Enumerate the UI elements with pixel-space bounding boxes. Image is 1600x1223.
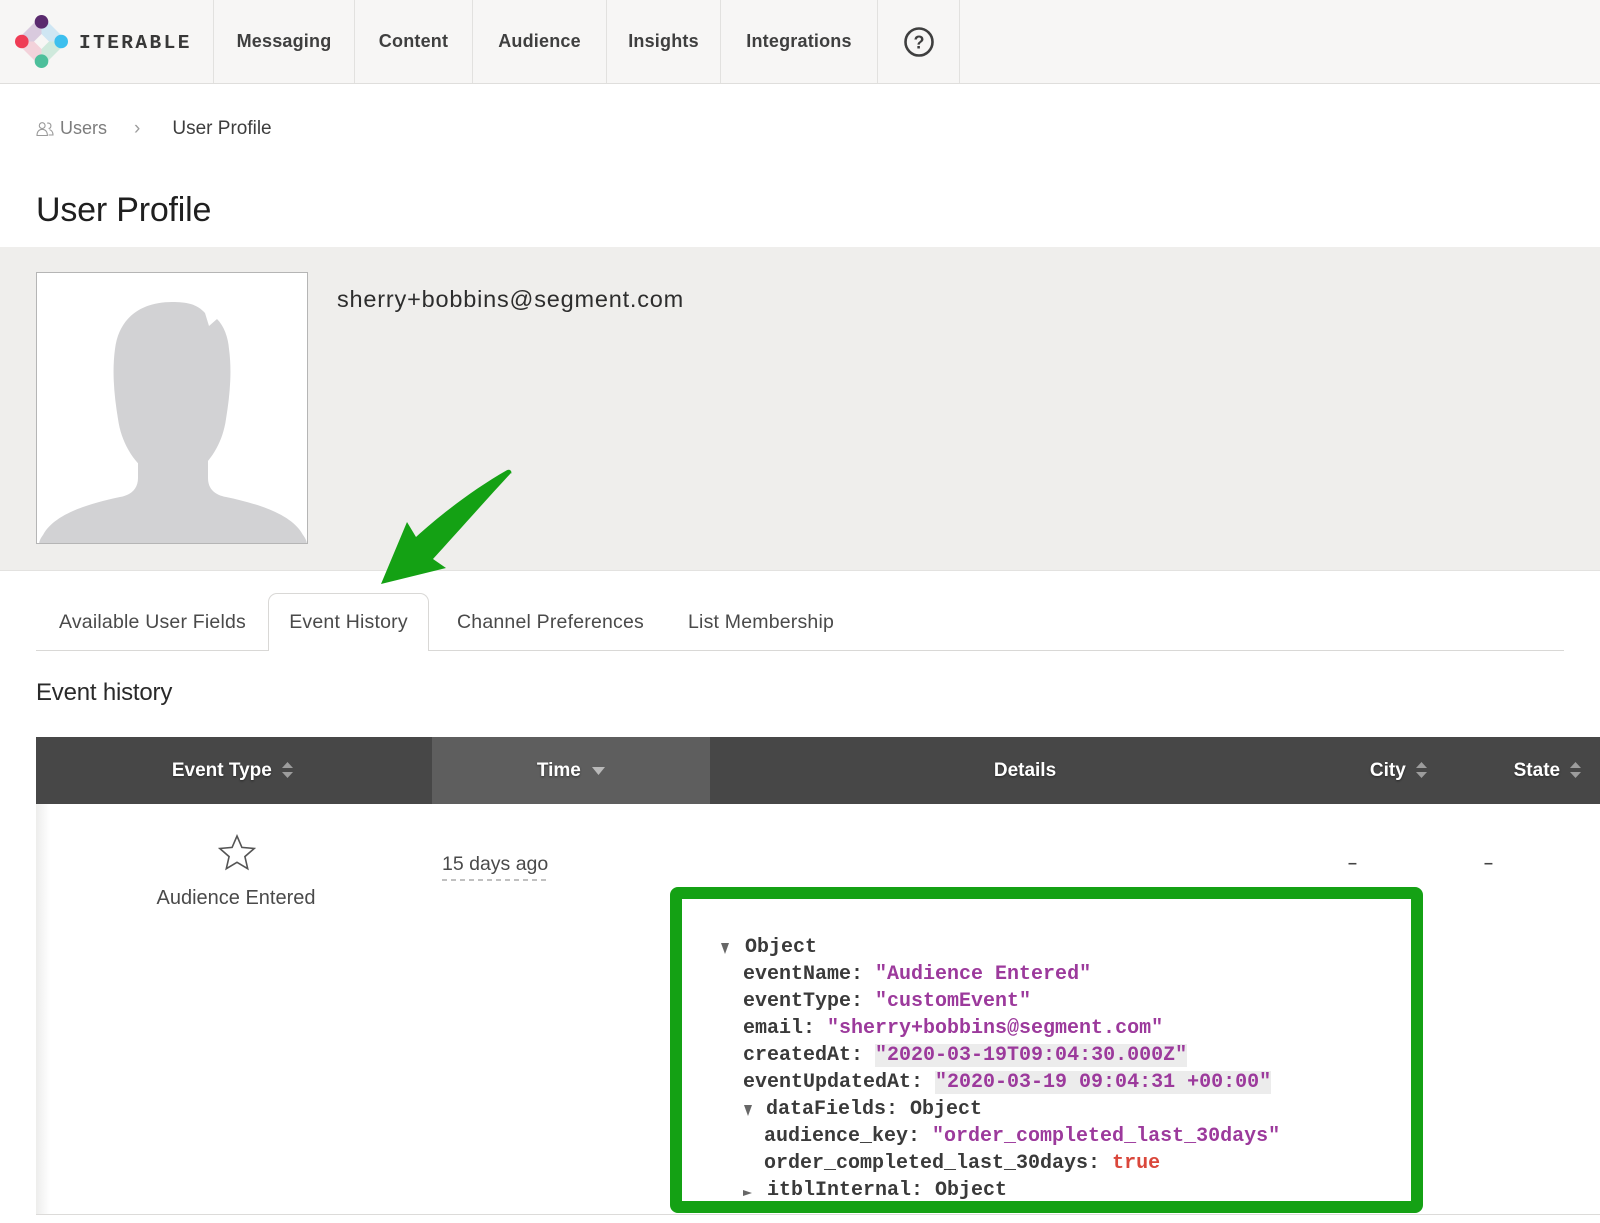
svg-text:?: ? bbox=[914, 33, 925, 53]
